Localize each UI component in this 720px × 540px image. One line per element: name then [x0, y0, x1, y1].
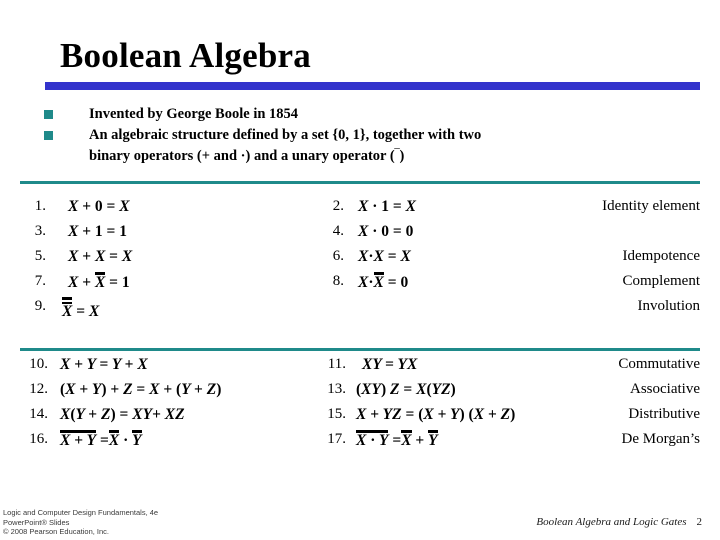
row-number-right: 15.: [327, 406, 346, 422]
slide: Boolean Algebra Invented by George Boole…: [0, 0, 720, 540]
row-number-right: 17.: [327, 431, 346, 447]
list-item-continuation: binary operators (+ and ·) and a unary o…: [44, 146, 694, 166]
law-label: Identity element: [602, 198, 700, 214]
equation-left: X + X = 1: [68, 272, 130, 291]
slide-footer: Boolean Algebra and Logic Gates 2: [536, 516, 702, 528]
equation-left: X + 0 = X: [68, 198, 130, 215]
table-row: 3. X + 1 = 1 4. X · 0 = 0: [0, 223, 720, 248]
divider-middle: [20, 348, 700, 351]
bullet-text: An algebraic structure defined by a set …: [89, 127, 482, 143]
row-number-left: 12.: [29, 381, 48, 397]
title-underline-bar: [45, 82, 700, 90]
credit-line-3: © 2008 Pearson Education, Inc.: [3, 527, 110, 536]
page-number: 2: [696, 516, 703, 528]
row-number-right: 8.: [332, 273, 344, 289]
row-number-right: 13.: [327, 381, 346, 397]
square-bullet-icon: [44, 131, 53, 140]
equation-left: (X + Y) + Z = X + (Y + Z): [60, 381, 222, 398]
equation-left: X + X = X: [68, 248, 133, 265]
equation-left: X(Y + Z) = XY+ XZ: [60, 406, 185, 423]
law-label: Associative: [630, 381, 700, 397]
table-row: 1. X + 0 = X 2. X · 1 = X Identity eleme…: [0, 198, 720, 223]
list-item: Invented by George Boole in 1854: [44, 104, 694, 124]
equation-right: X·X = X: [358, 248, 411, 265]
bullet-text: Invented by George Boole in 1854: [89, 106, 299, 122]
table-row: 16. X + Y =X · Y 17. X · Y =X + Y De Mor…: [0, 430, 720, 456]
row-number-right: 4.: [332, 223, 344, 239]
list-item: An algebraic structure defined by a set …: [44, 125, 694, 145]
row-number-left: 5.: [34, 248, 46, 264]
equation-right: X · Y =X + Y: [356, 430, 439, 449]
chapter-title: Boolean Algebra and Logic Gates: [536, 516, 687, 528]
bullet-text: binary operators (+ and ·) and a unary o…: [89, 148, 405, 164]
row-number-left: 14.: [29, 406, 48, 422]
row-number-left: 16.: [29, 431, 48, 447]
table-row: 9. X = X Involution: [0, 297, 720, 323]
equation-left: X + Y =X · Y: [60, 430, 143, 449]
row-number-left: 10.: [29, 356, 48, 372]
equation-left: X = X: [62, 297, 99, 321]
equation-right: XY = YX: [362, 356, 418, 373]
equation-right: (XY) Z = X(YZ): [356, 381, 456, 398]
equation-left: X + Y = Y + X: [60, 356, 148, 373]
law-label: De Morgan’s: [621, 431, 700, 447]
square-bullet-icon: [44, 110, 53, 119]
table-row: 10. X + Y = Y + X 11. XY = YX Commutativ…: [0, 356, 720, 381]
row-number-right: 6.: [332, 248, 344, 264]
table-row: 12. (X + Y) + Z = X + (Y + Z) 13. (XY) Z…: [0, 381, 720, 406]
table-row: 7. X + X = 1 8. X·X = 0 Complement: [0, 272, 720, 298]
identities-table-upper: 1. X + 0 = X 2. X · 1 = X Identity eleme…: [0, 198, 720, 323]
bullet-spacer: [44, 152, 53, 161]
row-number-right: 2.: [332, 198, 344, 214]
law-label: Complement: [622, 273, 701, 289]
page-title: Boolean Algebra: [60, 36, 311, 75]
row-number-left: 7.: [34, 273, 46, 289]
table-row: 5. X + X = X 6. X·X = X Idempotence: [0, 248, 720, 273]
divider-top: [20, 181, 700, 184]
law-label: Involution: [637, 298, 701, 314]
equation-right: X · 1 = X: [358, 198, 416, 215]
identities-table-lower: 10. X + Y = Y + X 11. XY = YX Commutativ…: [0, 356, 720, 456]
law-label: Distributive: [628, 406, 700, 422]
table-row: 14. X(Y + Z) = XY+ XZ 15. X + YZ = (X + …: [0, 406, 720, 431]
equation-right: X·X = 0: [358, 272, 409, 291]
law-label: Commutative: [618, 356, 700, 372]
credit-line-1: Logic and Computer Design Fundamentals, …: [3, 508, 159, 517]
law-label: Idempotence: [622, 248, 700, 264]
bullet-list: Invented by George Boole in 1854 An alge…: [44, 104, 694, 167]
row-number-left: 1.: [34, 198, 46, 214]
credit-line-2: PowerPoint® Slides: [3, 517, 70, 527]
row-number-left: 3.: [34, 223, 46, 239]
equation-left: X + 1 = 1: [68, 223, 128, 240]
credit-block: Logic and Computer Design Fundamentals, …: [3, 508, 158, 537]
row-number-left: 9.: [34, 298, 46, 314]
equation-right: X · 0 = 0: [358, 223, 414, 240]
row-number-right: 11.: [327, 356, 346, 372]
